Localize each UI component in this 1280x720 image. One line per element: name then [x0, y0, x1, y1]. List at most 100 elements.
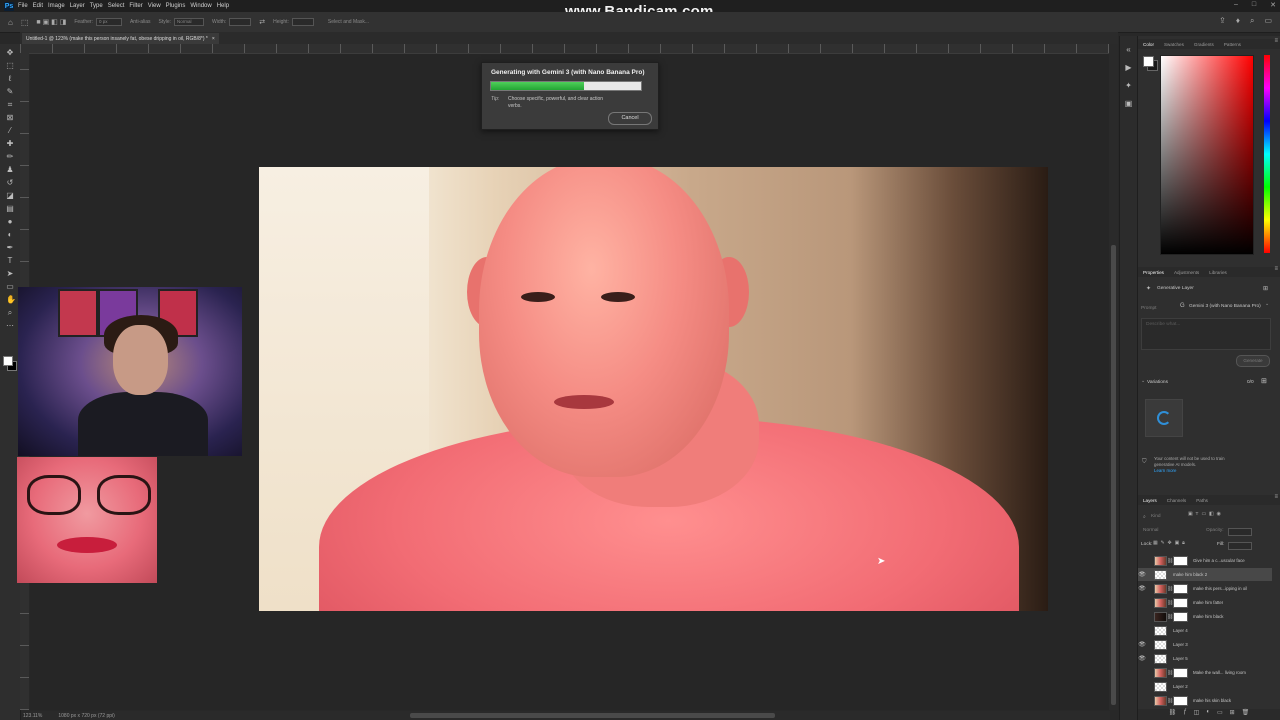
- antialias-checkbox[interactable]: Anti-alias: [130, 19, 151, 25]
- foreground-color-swatch[interactable]: [3, 356, 13, 366]
- menu-image[interactable]: Image: [48, 3, 65, 9]
- crop-icon[interactable]: ⌗: [6, 101, 14, 109]
- layer-row[interactable]: 👁︎ Layer 5: [1138, 652, 1272, 665]
- adjustment-icon[interactable]: ◐: [1206, 709, 1210, 720]
- layer-filter-icons[interactable]: ▣T▭◧◉: [1188, 512, 1224, 517]
- cancel-button[interactable]: Cancel: [608, 112, 652, 125]
- stamp-icon[interactable]: ♟: [6, 166, 14, 174]
- tab-properties[interactable]: Properties: [1143, 270, 1164, 275]
- properties-menu-icon[interactable]: ≡: [1274, 266, 1278, 272]
- comments-icon[interactable]: ▣: [1125, 100, 1133, 108]
- actions-icon[interactable]: ✦: [1125, 82, 1133, 90]
- new-layer-icon[interactable]: ⊞: [1230, 709, 1235, 720]
- width-field[interactable]: Width:: [212, 18, 252, 26]
- generate-button[interactable]: Generate: [1236, 355, 1270, 367]
- tab-layers[interactable]: Layers: [1143, 498, 1157, 503]
- path-select-icon[interactable]: ➤: [6, 270, 14, 278]
- panel-arrow-icon[interactable]: «: [1125, 46, 1133, 54]
- hue-slider[interactable]: [1264, 55, 1270, 253]
- height-field[interactable]: Height:: [273, 18, 314, 26]
- menu-help[interactable]: Help: [217, 3, 229, 9]
- edit-icon[interactable]: ⊞: [1263, 285, 1268, 292]
- layer-row[interactable]: 👁︎ make him black 2: [1138, 568, 1272, 581]
- color-picker-field[interactable]: [1160, 55, 1254, 255]
- brush-icon[interactable]: ✏: [6, 153, 14, 161]
- hand-icon[interactable]: ✋: [6, 296, 16, 304]
- group-icon[interactable]: ▭: [1217, 709, 1223, 720]
- notifications-icon[interactable]: ♦: [1236, 16, 1240, 26]
- prompt-input[interactable]: Describe what...: [1141, 318, 1271, 350]
- tab-color[interactable]: Color: [1143, 42, 1154, 47]
- gradient-icon[interactable]: ▤: [6, 205, 14, 213]
- layer-row[interactable]: 👁︎ Layer 3: [1138, 638, 1272, 651]
- visibility-eye-icon[interactable]: 👁︎: [1138, 655, 1146, 662]
- frame-icon[interactable]: ⊠: [6, 114, 14, 122]
- layer-row[interactable]: ⛓ make his skin black: [1138, 694, 1272, 707]
- workspace-icon[interactable]: ▭: [1264, 16, 1272, 26]
- fx-icon[interactable]: ƒ: [1183, 709, 1186, 720]
- foreground-color-chip[interactable]: [1143, 56, 1154, 67]
- chevron-down-icon[interactable]: ⌄: [1265, 302, 1269, 307]
- lock-icons[interactable]: ▦✎✥▣🔒︎: [1153, 540, 1188, 546]
- blend-mode-select[interactable]: Normal: [1143, 528, 1158, 533]
- menu-edit[interactable]: Edit: [33, 3, 43, 9]
- fill-field[interactable]: [1228, 542, 1252, 550]
- horizontal-scroll-thumb[interactable]: [410, 713, 775, 718]
- select-and-mask-button[interactable]: Select and Mask...: [328, 19, 369, 25]
- model-select[interactable]: Gemini 3 (with Nano Banana Pro): [1189, 304, 1261, 309]
- shape-icon[interactable]: ▭: [6, 283, 14, 291]
- filter-search-icon[interactable]: ⌕: [1143, 514, 1146, 520]
- zoom-level[interactable]: 123.11%: [20, 713, 42, 719]
- layer-row[interactable]: 👁︎ ⛓ make this pers...ipping in oil: [1138, 582, 1272, 595]
- layer-row[interactable]: Layer 2: [1138, 680, 1272, 693]
- share-icon[interactable]: ⇪: [1219, 16, 1226, 26]
- tab-gradients[interactable]: Gradients: [1194, 42, 1214, 47]
- trash-icon[interactable]: 🗑︎: [1242, 709, 1250, 720]
- learn-more-link[interactable]: Learn more: [1154, 468, 1176, 473]
- tab-libraries[interactable]: Libraries: [1209, 270, 1227, 275]
- search-icon[interactable]: ⌕: [1250, 16, 1254, 26]
- more-tools-icon[interactable]: ⋯: [6, 322, 14, 330]
- home-icon[interactable]: ⌂: [8, 18, 13, 27]
- color-panel-menu-icon[interactable]: ≡: [1274, 38, 1278, 44]
- tab-channels[interactable]: Channels: [1167, 498, 1186, 503]
- visibility-eye-icon[interactable]: 👁︎: [1138, 585, 1146, 592]
- dodge-icon[interactable]: ◐: [6, 231, 14, 239]
- lasso-icon[interactable]: ℓ: [6, 75, 14, 83]
- menu-file[interactable]: File: [18, 3, 28, 9]
- selection-mode-icons[interactable]: ■ ▣ ◧ ◨: [36, 18, 66, 26]
- maximize-button[interactable]: □: [1252, 1, 1256, 9]
- opacity-field[interactable]: [1228, 528, 1252, 536]
- menu-view[interactable]: View: [148, 3, 161, 9]
- visibility-eye-icon[interactable]: 👁︎: [1138, 571, 1146, 578]
- move-tool-icon[interactable]: ✥: [6, 49, 14, 57]
- layer-row[interactable]: ⛓ Give him a c...uscular face: [1138, 554, 1272, 567]
- layer-row[interactable]: ⛓ make him fatter: [1138, 596, 1272, 609]
- menu-select[interactable]: Select: [108, 3, 125, 9]
- layer-kind-select[interactable]: Kind: [1151, 514, 1161, 519]
- document-image[interactable]: [259, 167, 1048, 611]
- close-tab-icon[interactable]: ×: [212, 36, 215, 42]
- history-icon[interactable]: ▶: [1125, 64, 1133, 72]
- mask-icon[interactable]: ◫: [1194, 709, 1200, 720]
- quick-select-icon[interactable]: ✎: [6, 88, 14, 96]
- swap-icon[interactable]: ⇄: [259, 18, 265, 26]
- collapse-icon[interactable]: ⌄: [1141, 379, 1145, 384]
- zoom-icon[interactable]: ⌕: [6, 309, 14, 317]
- link-icon[interactable]: ⛓: [1169, 709, 1177, 720]
- menu-type[interactable]: Type: [90, 3, 103, 9]
- layers-menu-icon[interactable]: ≡: [1274, 494, 1278, 500]
- style-select[interactable]: Style: Normal: [159, 18, 205, 26]
- vertical-scroll-thumb[interactable]: [1111, 245, 1116, 705]
- healing-brush-icon[interactable]: ✚: [6, 140, 14, 148]
- minimize-button[interactable]: –: [1234, 1, 1238, 9]
- marquee-icon[interactable]: ⬚: [6, 62, 14, 70]
- eraser-icon[interactable]: ◪: [6, 192, 14, 200]
- eyedropper-icon[interactable]: ⁄: [6, 127, 14, 135]
- menu-layer[interactable]: Layer: [70, 3, 85, 9]
- tab-patterns[interactable]: Patterns: [1224, 42, 1241, 47]
- document-tab[interactable]: Untitled-1 @ 123% (make this person insa…: [22, 33, 219, 44]
- visibility-eye-icon[interactable]: 👁︎: [1138, 641, 1146, 648]
- tab-adjustments[interactable]: Adjustments: [1174, 270, 1199, 275]
- grid-view-icon[interactable]: ⊞: [1261, 377, 1267, 385]
